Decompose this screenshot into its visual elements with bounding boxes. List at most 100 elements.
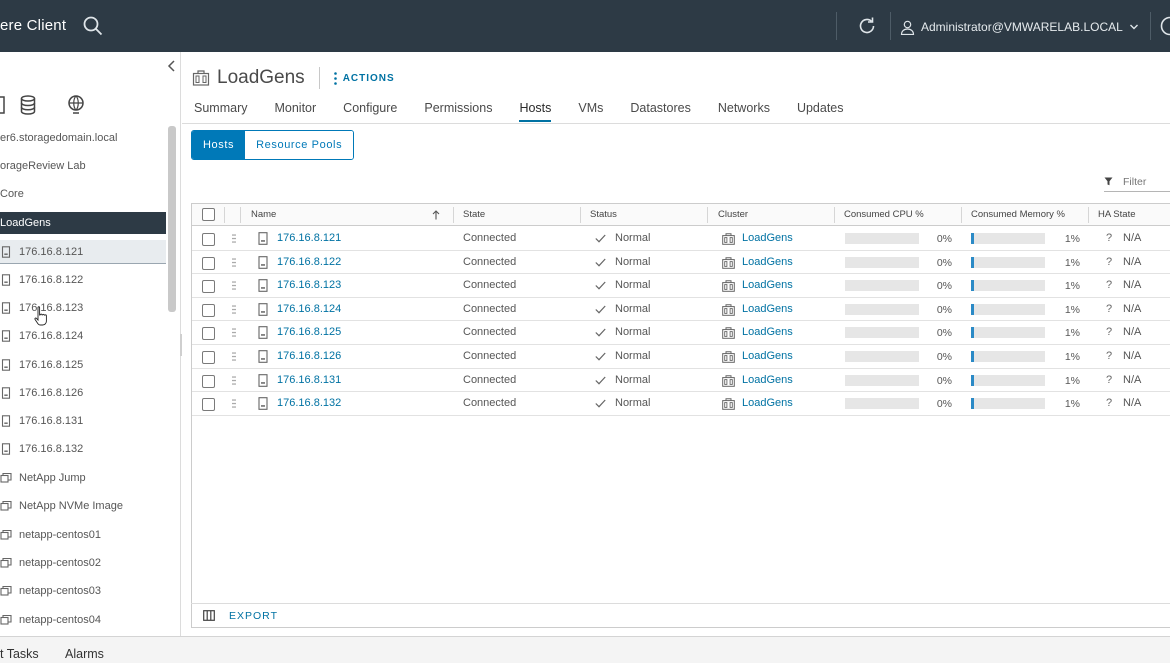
column-divider[interactable] — [1088, 207, 1089, 223]
row-detail-grip-icon[interactable] — [232, 304, 236, 314]
user-menu[interactable]: Administrator@VMWARELAB.LOCAL — [900, 17, 1139, 37]
row-checkbox[interactable] — [202, 303, 215, 317]
cluster-link[interactable]: LoadGens — [742, 321, 793, 344]
tab-vms[interactable]: VMs — [578, 100, 603, 122]
cluster-link[interactable]: LoadGens — [742, 369, 793, 392]
tree-item-host[interactable]: 176.16.8.125 — [0, 353, 166, 377]
host-name-link[interactable]: 176.16.8.121 — [277, 227, 341, 250]
row-detail-grip-icon[interactable] — [232, 399, 236, 408]
table-row[interactable]: 176.16.8.121 Connected Normal LoadGens 0% 1%?… — [192, 227, 1170, 251]
tab-summary[interactable]: Summary — [194, 100, 247, 122]
column-header-memory[interactable]: Consumed Memory % — [971, 204, 1065, 226]
tree-item-host[interactable]: 176.16.8.131 — [0, 409, 166, 433]
tree-item-host[interactable]: 176.16.8.126 — [0, 381, 166, 405]
column-divider[interactable] — [453, 207, 454, 223]
tree-item-host[interactable]: 176.16.8.122 — [0, 268, 166, 292]
column-header-ha-state[interactable]: HA State — [1098, 204, 1136, 226]
tab-monitor[interactable]: Monitor — [274, 100, 316, 122]
row-checkbox[interactable] — [202, 327, 215, 341]
column-divider[interactable] — [580, 207, 581, 223]
tab-configure[interactable]: Configure — [343, 100, 397, 122]
cluster-link[interactable]: LoadGens — [742, 298, 793, 321]
host-name-link[interactable]: 176.16.8.131 — [277, 369, 341, 392]
row-checkbox[interactable] — [202, 351, 215, 364]
export-link[interactable]: EXPORT — [229, 610, 278, 622]
table-row[interactable]: 176.16.8.126 Connected Normal LoadGens 0% 1%?… — [192, 345, 1170, 369]
column-header-cpu[interactable]: Consumed CPU % — [844, 204, 924, 226]
navigator-scrollbar[interactable] — [168, 126, 176, 312]
table-row[interactable]: 176.16.8.131 Connected Normal LoadGens 0% 1%?… — [192, 369, 1170, 393]
host-name-link[interactable]: 176.16.8.125 — [277, 321, 341, 344]
row-checkbox[interactable] — [202, 256, 215, 270]
networking-view-icon[interactable] — [66, 94, 86, 116]
vms-templates-view-icon[interactable] — [0, 94, 14, 116]
storage-view-icon[interactable] — [18, 94, 38, 116]
tab-networks[interactable]: Networks — [718, 100, 770, 122]
actions-menu-button[interactable]: ACTIONS — [333, 71, 395, 85]
cluster-link[interactable]: LoadGens — [742, 392, 793, 415]
column-header-state[interactable]: State — [463, 204, 485, 226]
table-row[interactable]: 176.16.8.125 Connected Normal LoadGens 0% 1%?… — [192, 321, 1170, 345]
resource-pools-toggle-button[interactable]: Resource Pools — [245, 131, 354, 159]
row-detail-grip-icon[interactable] — [232, 234, 236, 243]
app-title[interactable]: ere Client — [0, 17, 66, 34]
tab-updates[interactable]: Updates — [797, 100, 844, 122]
column-header-name[interactable]: Name — [251, 204, 276, 226]
tree-item-host[interactable]: 176.16.8.123 — [0, 296, 166, 320]
help-icon[interactable] — [1160, 16, 1170, 36]
row-detail-grip-icon[interactable] — [232, 352, 236, 361]
host-name-link[interactable]: 176.16.8.124 — [277, 298, 341, 321]
table-row[interactable]: 176.16.8.124 Connected Normal LoadGens 0% 1%?… — [192, 298, 1170, 322]
cluster-link[interactable]: LoadGens — [742, 227, 793, 250]
tree-item-vm[interactable]: netapp-centos02 — [0, 551, 166, 575]
cluster-link[interactable]: LoadGens — [742, 345, 793, 368]
column-header-status[interactable]: Status — [590, 204, 617, 226]
alarms-tab[interactable]: Alarms — [65, 647, 104, 661]
column-toggle-icon[interactable] — [203, 610, 215, 621]
table-row[interactable]: 176.16.8.122 Connected Normal LoadGens 0% 1%?… — [192, 251, 1170, 275]
tree-item-cluster-core[interactable]: Core — [0, 182, 166, 206]
tree-item-host[interactable]: 176.16.8.121 — [0, 240, 166, 264]
tab-hosts[interactable]: Hosts — [519, 100, 552, 122]
cluster-link[interactable]: LoadGens — [742, 274, 793, 297]
host-name-link[interactable]: 176.16.8.123 — [277, 274, 341, 297]
host-name-link[interactable]: 176.16.8.132 — [277, 392, 341, 415]
tree-item-vm[interactable]: netapp-centos03 — [0, 579, 166, 603]
row-checkbox[interactable] — [202, 398, 215, 412]
tree-item-vm[interactable]: NetApp NVMe Image — [0, 494, 166, 518]
tree-item-host[interactable]: 176.16.8.132 — [0, 437, 166, 461]
tree-item-vcenter[interactable]: er6.storagedomain.local — [0, 126, 166, 150]
row-detail-grip-icon[interactable] — [232, 257, 236, 267]
cluster-link[interactable]: LoadGens — [742, 251, 793, 274]
row-checkbox[interactable] — [202, 280, 215, 294]
tree-item-host[interactable]: 176.16.8.124 — [0, 324, 166, 348]
collapse-panel-icon[interactable] — [166, 59, 178, 73]
tree-item-vm[interactable]: netapp-centos04 — [0, 608, 166, 632]
sort-ascending-icon[interactable] — [432, 210, 440, 220]
hosts-toggle-button[interactable]: Hosts — [192, 131, 246, 159]
select-all-checkbox[interactable] — [202, 208, 215, 221]
search-icon[interactable] — [83, 16, 103, 36]
host-name-link[interactable]: 176.16.8.126 — [277, 345, 341, 368]
column-divider[interactable] — [961, 207, 962, 223]
host-name-link[interactable]: 176.16.8.122 — [277, 251, 341, 274]
tab-permissions[interactable]: Permissions — [424, 100, 492, 122]
tree-item-datacenter[interactable]: orageReview Lab — [0, 154, 166, 178]
filter-input[interactable] — [1123, 175, 1167, 188]
row-detail-grip-icon[interactable] — [232, 328, 236, 338]
tab-datastores[interactable]: Datastores — [630, 100, 690, 122]
refresh-icon[interactable] — [856, 15, 878, 37]
row-detail-grip-icon[interactable] — [232, 375, 236, 385]
row-checkbox[interactable] — [202, 233, 215, 246]
column-header-cluster[interactable]: Cluster — [718, 204, 748, 226]
column-divider[interactable] — [707, 207, 708, 223]
tree-item-vm[interactable]: netapp-centos01 — [0, 523, 166, 547]
recent-tasks-tab[interactable]: t Tasks — [0, 647, 39, 661]
tree-item-cluster-loadgens[interactable]: LoadGens — [0, 212, 166, 234]
table-row[interactable]: 176.16.8.123 Connected Normal LoadGens 0% 1%?… — [192, 274, 1170, 298]
column-divider[interactable] — [834, 207, 835, 223]
row-checkbox[interactable] — [202, 374, 215, 388]
table-row[interactable]: 176.16.8.132 Connected Normal LoadGens 0% 1%?… — [192, 392, 1170, 416]
row-detail-grip-icon[interactable] — [232, 281, 236, 290]
tree-item-vm[interactable]: NetApp Jump — [0, 466, 166, 490]
